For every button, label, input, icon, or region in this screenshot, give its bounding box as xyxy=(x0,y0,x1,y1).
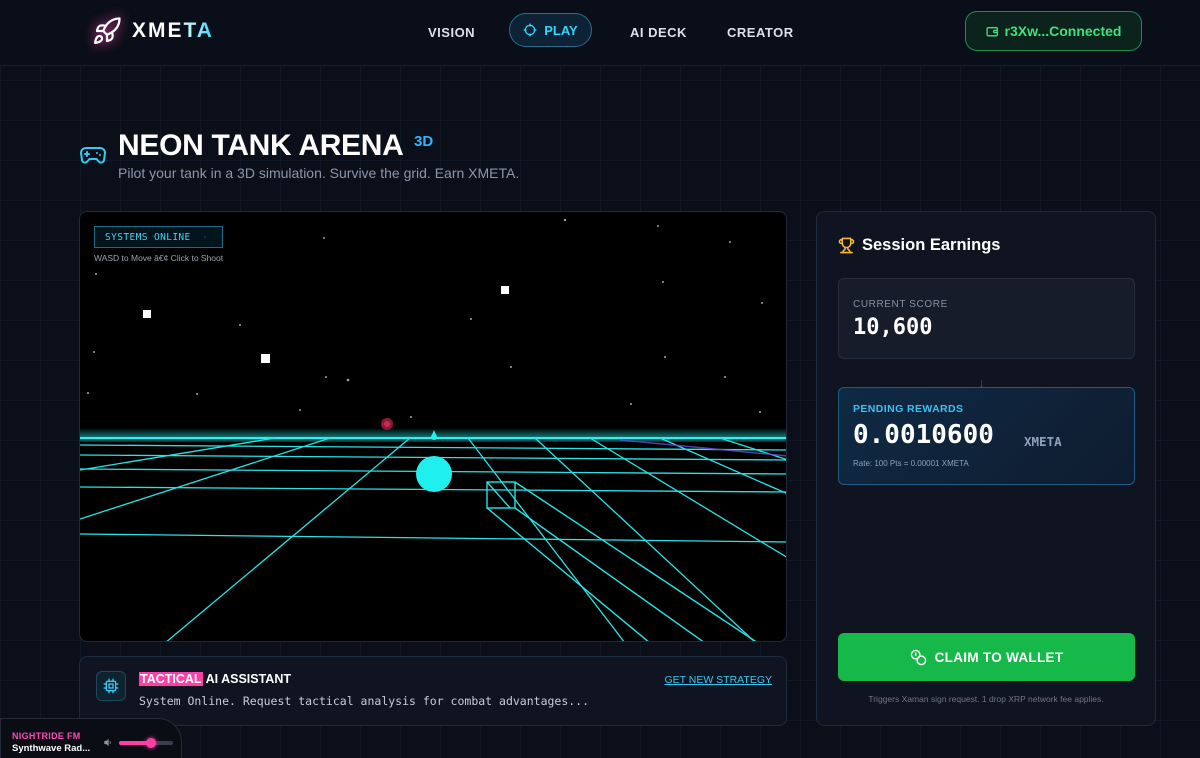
floating-cube xyxy=(143,310,151,318)
rewards-rate: Rate: 100 Pts = 0.00001 XMETA xyxy=(853,459,969,468)
gamepad-icon xyxy=(80,147,106,164)
player-tank xyxy=(486,481,757,641)
nav-vision[interactable]: VISION xyxy=(428,25,475,40)
claim-to-wallet-button[interactable]: CLAIM TO WALLET xyxy=(838,633,1135,681)
floating-cube xyxy=(501,286,509,294)
nav-play-label: PLAY xyxy=(544,22,578,38)
page-subtitle: Pilot your tank in a 3D simulation. Surv… xyxy=(118,165,520,181)
earnings-title: Session Earnings xyxy=(862,236,1001,254)
rewards-value: 0.0010600 xyxy=(853,420,994,450)
brand-name: XMETA xyxy=(132,19,214,42)
title-badge: 3D xyxy=(414,133,434,150)
nav-play[interactable]: PLAY xyxy=(509,13,592,47)
cpu-chip-icon xyxy=(103,678,119,694)
radio-station: NIGHTRIDE FM xyxy=(12,731,81,741)
game-scene xyxy=(80,218,786,641)
pending-rewards-box: PENDING REWARDS 0.0010600 XMETA Rate: 10… xyxy=(838,387,1135,485)
trophy-icon xyxy=(838,237,855,254)
rewards-unit: XMETA xyxy=(1024,434,1062,449)
rocket-icon xyxy=(94,17,121,44)
nav-creator[interactable]: CREATOR xyxy=(727,25,794,40)
speaker-icon[interactable] xyxy=(104,738,113,747)
radio-player: NIGHTRIDE FM Synthwave Rad... xyxy=(0,718,182,758)
ai-title-rest: AI ASSISTANT xyxy=(202,672,291,686)
earnings-header: Session Earnings xyxy=(838,236,1000,255)
coins-icon xyxy=(910,649,926,665)
controls-hint: WASD to Move â€¢ Click to Shoot xyxy=(94,253,224,263)
logo[interactable]: XMETA xyxy=(92,16,214,46)
volume-thumb[interactable] xyxy=(146,738,157,748)
ai-assistant-message: System Online. Request tactical analysis… xyxy=(139,694,590,708)
current-score-box: CURRENT SCORE 10,600 xyxy=(838,278,1135,359)
floating-cube xyxy=(261,354,270,363)
session-earnings-card: Session Earnings CURRENT SCORE 10,600 ↓ … xyxy=(816,211,1156,726)
starfield xyxy=(87,218,763,418)
crosshair-icon xyxy=(523,23,537,37)
page-title: NEON TANK ARENA xyxy=(118,129,404,162)
ai-assistant-title: TACTICAL AI ASSISTANT xyxy=(139,672,291,686)
radio-track: Synthwave Rad... xyxy=(12,743,91,754)
ai-icon-box xyxy=(96,671,126,701)
claim-label: CLAIM TO WALLET xyxy=(934,649,1064,665)
wallet-icon xyxy=(985,26,998,36)
systems-status: SYSTEMS ONLINE xyxy=(94,226,223,248)
claim-note: Triggers Xaman sign request. 1 drop XRP … xyxy=(868,694,1104,704)
ai-assistant-panel: TACTICAL AI ASSISTANT GET NEW STRATEGY S… xyxy=(79,656,787,726)
wallet-connect-button[interactable]: r3Xw...Connected xyxy=(965,11,1142,51)
get-new-strategy-link[interactable]: GET NEW STRATEGY xyxy=(664,674,772,686)
rewards-label: PENDING REWARDS xyxy=(853,403,964,415)
volume-slider[interactable] xyxy=(119,738,173,748)
score-value: 10,600 xyxy=(853,315,933,340)
navbar: XMETA VISION PLAY AI DECK CREATOR r3Xw..… xyxy=(0,0,1200,66)
wallet-label: r3Xw...Connected xyxy=(1004,23,1122,39)
ai-title-highlight: TACTICAL xyxy=(139,672,203,686)
game-viewport[interactable]: SYSTEMS ONLINE WASD to Move â€¢ Click to… xyxy=(79,211,787,642)
score-label: CURRENT SCORE xyxy=(853,299,948,310)
nav-ai-deck[interactable]: AI DECK xyxy=(630,25,687,40)
energy-orb xyxy=(416,456,452,492)
